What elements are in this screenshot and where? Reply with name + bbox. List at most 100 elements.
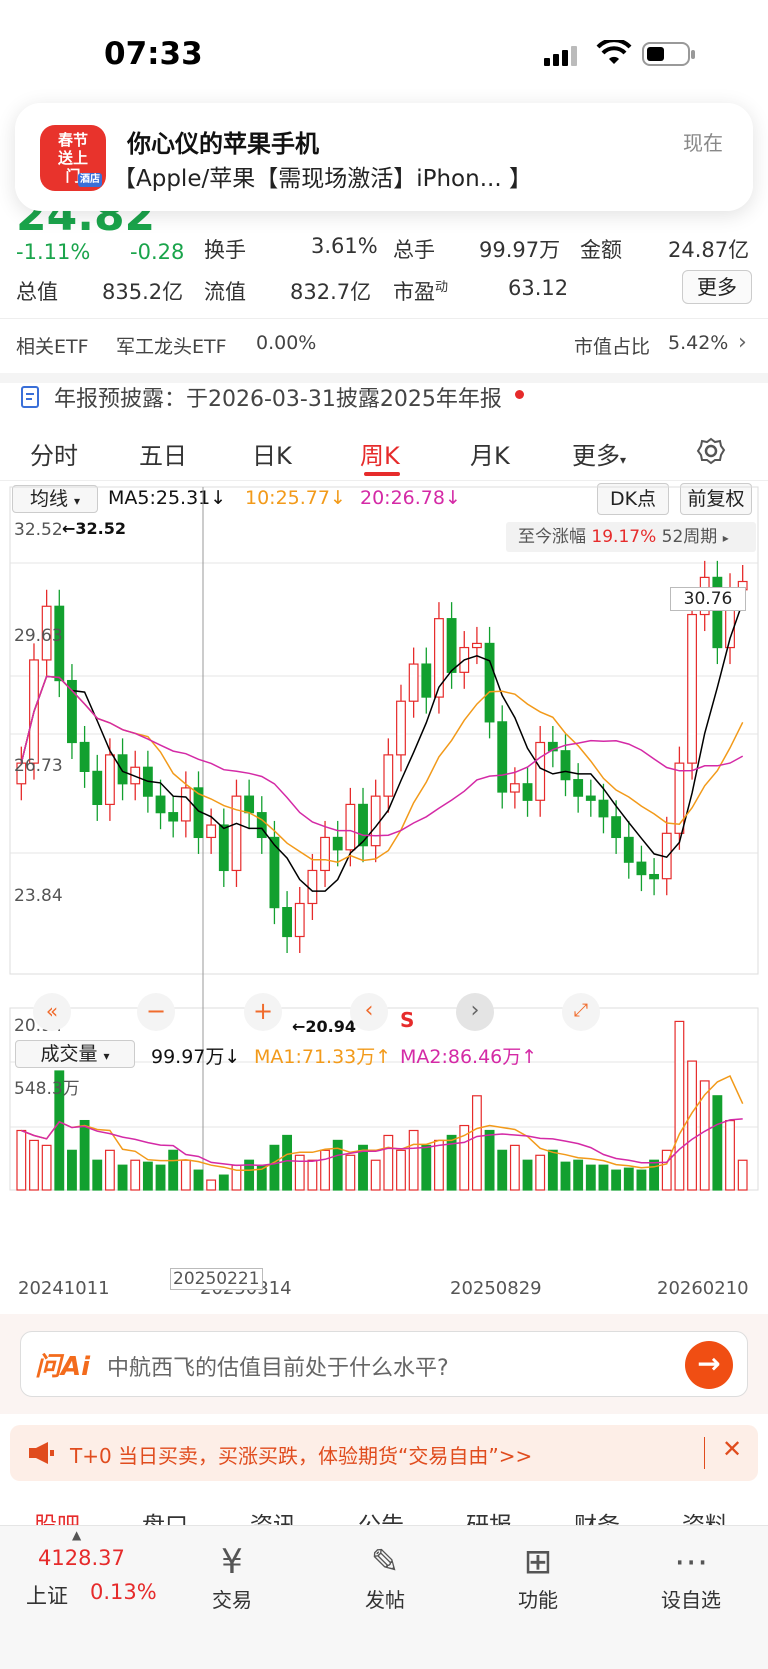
ma10-line [20, 675, 744, 863]
tab-finance[interactable]: 财务 [574, 1506, 620, 1526]
status-time: 07:33 [104, 36, 203, 72]
tab-weekly-k[interactable]: 周K [360, 436, 400, 471]
kline-chart[interactable] [0, 480, 768, 1310]
tab-profile[interactable]: 资料 [682, 1506, 728, 1526]
candle-body [585, 795, 596, 801]
candle-body [294, 902, 305, 938]
tab-news[interactable]: 资讯 [250, 1506, 296, 1526]
candle-body [611, 816, 622, 839]
chart-grid [9, 486, 759, 1191]
content-tabs: 股吧 盘口 资讯 公告 研报 财务 资料 [0, 1500, 768, 1526]
etf-share-value: 5.42% [668, 332, 729, 354]
trade-button[interactable]: ¥ 交易 [182, 1540, 282, 1613]
volume-bar [16, 1129, 27, 1191]
candle-body [497, 721, 508, 793]
battery-icon [642, 42, 695, 66]
post-button[interactable]: ✎ 发帖 [335, 1540, 435, 1613]
volume-bar [155, 1164, 166, 1191]
x-label-3: 20250829 [450, 1278, 542, 1299]
low-marker: ←20.94 [292, 1017, 357, 1036]
tab-guba[interactable]: 股吧 [34, 1506, 80, 1526]
candle-body [218, 824, 229, 872]
candle-body [484, 642, 495, 723]
volume-bar [345, 1154, 356, 1191]
turnover-label: 换手 [204, 238, 246, 262]
close-icon[interactable]: ✕ [722, 1435, 742, 1463]
volume-bar [193, 1169, 204, 1191]
y-label-top: 32.52 [14, 520, 63, 540]
candle-body [104, 754, 115, 806]
ai-question-box[interactable]: 问Ai 中航西飞的估值目前处于什么水平? → [20, 1331, 748, 1397]
volume-value: 99.97万 [479, 238, 561, 262]
megaphone-icon [29, 1442, 54, 1464]
candle-body [92, 770, 103, 806]
index-value[interactable]: 4128.37 [38, 1546, 125, 1570]
tab-five-day[interactable]: 五日 [139, 436, 187, 471]
functions-label: 功能 [518, 1588, 558, 1612]
volume-bar [117, 1164, 128, 1191]
index-change[interactable]: 0.13% [90, 1580, 157, 1604]
volume-bar [484, 1129, 495, 1191]
tab-announcements[interactable]: 公告 [358, 1506, 404, 1526]
y-label-3: 26.73 [14, 756, 63, 776]
volume-label: 总手 [393, 238, 435, 262]
candle-body [471, 642, 482, 649]
scroll-left-icon[interactable]: « [33, 993, 71, 1031]
prev-icon[interactable]: ‹ [350, 993, 388, 1031]
arrow-right-icon[interactable]: → [685, 1341, 733, 1389]
fullscreen-icon[interactable]: ⤢ [562, 993, 600, 1031]
tab-monthly-k[interactable]: 月K [470, 436, 510, 471]
candle-body [370, 795, 381, 847]
volume-bar [180, 1159, 191, 1191]
add-watchlist-button[interactable]: ⋯ 设自选 [641, 1540, 741, 1613]
volume-bar [699, 1080, 710, 1191]
volume-bar [67, 1149, 77, 1191]
float-value: 832.7亿 [290, 280, 372, 304]
volume-bar [396, 1149, 406, 1191]
volume-bar [725, 1119, 735, 1191]
volume-bar [421, 1144, 432, 1191]
volume-indicator-select[interactable]: 成交量 ▾ [15, 1040, 135, 1068]
etf-row[interactable]: 相关ETF 军工龙头ETF 0.00% 市值占比 5.42% › [16, 330, 756, 370]
volume-bar [636, 1169, 647, 1191]
volume-bar [560, 1161, 571, 1191]
candle-body [332, 836, 343, 851]
tab-intraday[interactable]: 分时 [30, 436, 78, 471]
volume-ma-line [21, 1075, 744, 1171]
range-change-box[interactable]: 至今涨幅 19.17% 52周期 ▸ [506, 522, 756, 552]
functions-button[interactable]: ⊞ 功能 [488, 1540, 588, 1613]
wifi-icon [596, 40, 632, 64]
x-label-4: 20260210 [657, 1278, 749, 1299]
volume-bar [370, 1159, 381, 1191]
candle-body [206, 824, 217, 839]
next-icon[interactable]: › [456, 993, 494, 1031]
volume-bar [547, 1149, 558, 1191]
volume-bar [41, 1144, 52, 1191]
tab-more[interactable]: 更多▾ [572, 436, 626, 471]
chevron-right-icon: › [738, 330, 747, 355]
volume-bar [611, 1169, 622, 1191]
notification-time: 现在 [683, 131, 723, 155]
tab-research[interactable]: 研报 [466, 1506, 512, 1526]
divider [0, 318, 768, 319]
index-name[interactable]: 上证 [26, 1580, 68, 1610]
candle-body [345, 803, 356, 851]
tab-pankou[interactable]: 盘口 [142, 1506, 188, 1526]
tab-daily-k[interactable]: 日K [252, 436, 292, 471]
promo-text: T+0 当日买卖，买涨买跌，体验期货“交易自由”>> [70, 1444, 533, 1468]
candle-body [573, 779, 584, 797]
etf-name: 军工龙头ETF [116, 336, 227, 358]
more-button[interactable]: 更多 [682, 270, 752, 304]
candle-body [180, 787, 191, 822]
more-dots-icon: ⋯ [674, 1542, 708, 1582]
trade-label: 交易 [212, 1588, 252, 1612]
zoom-in-icon[interactable]: + [244, 993, 282, 1031]
promo-banner[interactable]: T+0 当日买卖，买涨买跌，体验期货“交易自由”>> ✕ [10, 1425, 758, 1481]
gear-icon[interactable] [696, 436, 726, 466]
zoom-out-icon[interactable]: − [137, 993, 175, 1031]
annual-report-notice[interactable]: 年报预披露：于2026-03-31披露2025年年报 [0, 377, 768, 421]
x-label-1: 20241011 [18, 1278, 110, 1299]
candle-body [649, 873, 660, 880]
notification-banner[interactable]: 春节送上门 酒店 你心仪的苹果手机 【Apple/苹果【需现场激活】iPhon.… [15, 103, 753, 211]
candle-body [535, 741, 546, 801]
